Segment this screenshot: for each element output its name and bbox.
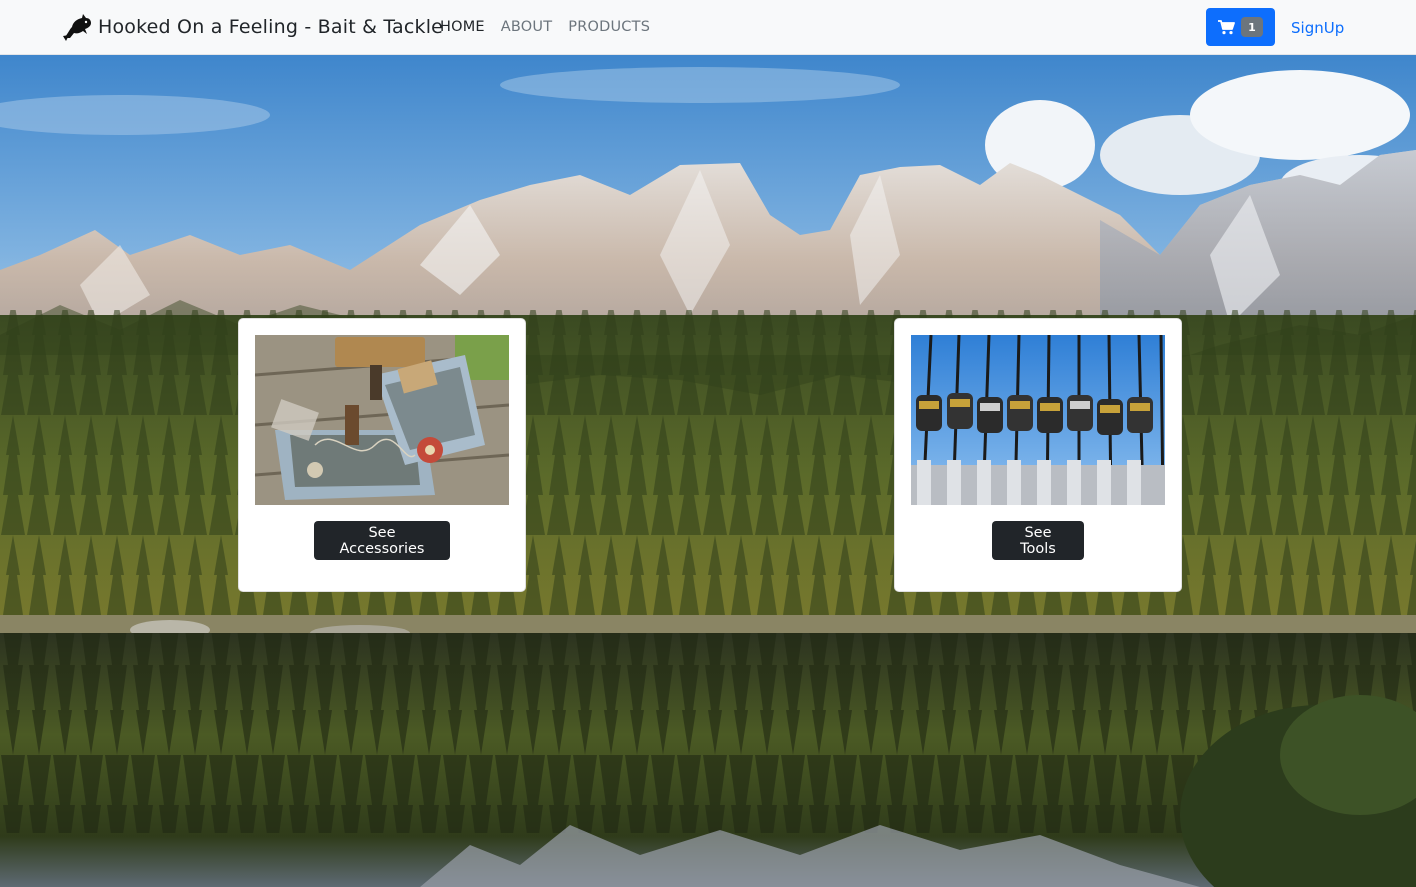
nav-products[interactable]: PRODUCTS	[568, 19, 650, 35]
brand-name: Hooked On a Feeling - Bait & Tackle	[98, 16, 444, 38]
fish-logo-icon	[63, 14, 91, 41]
navbar: Hooked On a Feeling - Bait & Tackle HOME…	[0, 0, 1416, 55]
fishing-rods-photo	[911, 335, 1165, 505]
tackle-box-photo	[255, 335, 509, 505]
signup-link[interactable]: SignUp	[1291, 19, 1344, 37]
nav-home[interactable]: HOME	[440, 19, 485, 35]
cart-button[interactable]: 1	[1206, 8, 1275, 46]
mountain-lake-forest-landscape	[0, 55, 1416, 887]
tools-card: See Tools	[894, 318, 1182, 592]
see-accessories-button[interactable]: See Accessories	[314, 521, 450, 560]
see-tools-button[interactable]: See Tools	[992, 521, 1084, 560]
cart-count-badge: 1	[1241, 17, 1263, 37]
brand-link[interactable]: Hooked On a Feeling - Bait & Tackle	[60, 10, 443, 44]
main-nav: HOME ABOUT PRODUCTS	[440, 19, 650, 35]
nav-about[interactable]: ABOUT	[501, 19, 553, 35]
accessories-card: See Accessories	[238, 318, 526, 592]
cart-icon	[1218, 19, 1235, 34]
hero-background	[0, 55, 1416, 887]
